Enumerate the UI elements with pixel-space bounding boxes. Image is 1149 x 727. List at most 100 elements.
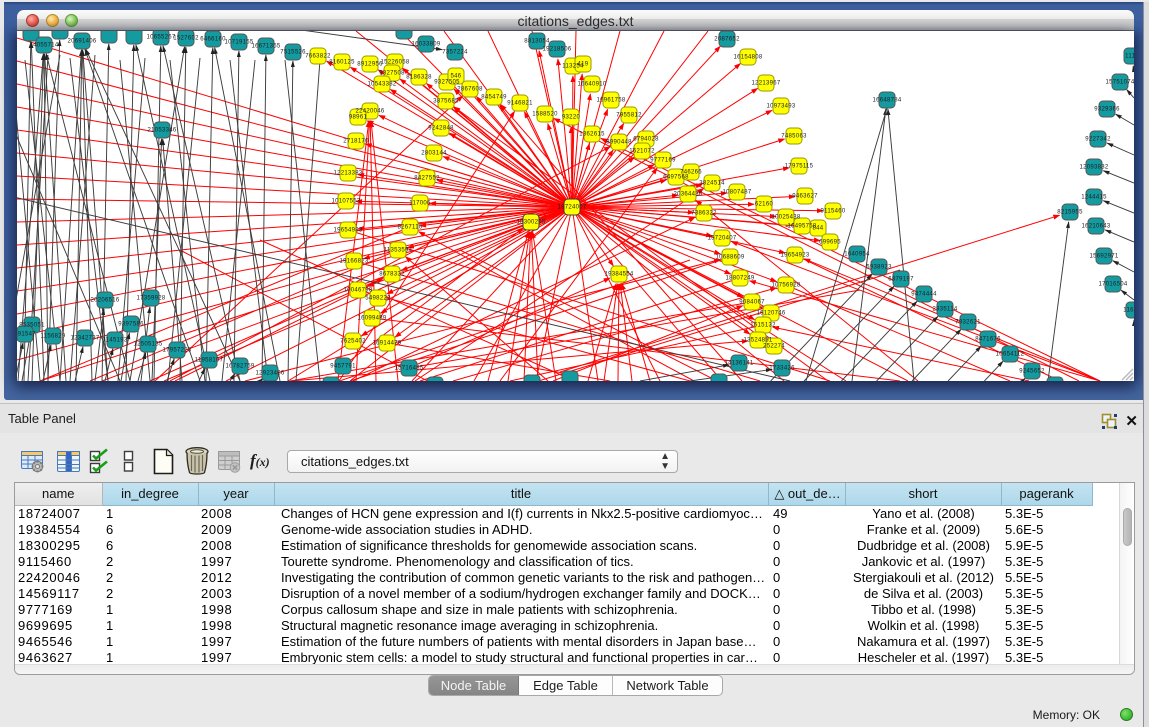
svg-text:12923466: 12923466 — [255, 371, 284, 377]
svg-text:16033809: 16033809 — [411, 42, 440, 48]
svg-text:21053346: 21053346 — [147, 128, 176, 134]
svg-text:11958107: 11958107 — [195, 358, 224, 364]
svg-text:2718170: 2718170 — [343, 139, 369, 145]
svg-text:8186328: 8186328 — [406, 75, 432, 81]
svg-text:9245652: 9245652 — [1019, 369, 1045, 375]
svg-text:8471676: 8471676 — [975, 337, 1001, 343]
svg-text:12342737: 12342737 — [70, 336, 99, 342]
svg-text:1156829: 1156829 — [40, 334, 65, 340]
svg-text:17016504: 17016504 — [1098, 282, 1127, 288]
svg-text:9115460: 9115460 — [820, 209, 845, 215]
svg-text:18807249: 18807249 — [725, 276, 754, 282]
svg-text:16648784: 16648784 — [872, 98, 901, 104]
svg-text:11353594: 11353594 — [384, 248, 413, 254]
svg-text:16154808: 16154808 — [733, 55, 762, 61]
svg-text:7386322: 7386322 — [691, 211, 717, 217]
svg-text:10543382: 10543382 — [367, 82, 396, 88]
svg-text:746266: 746266 — [680, 170, 702, 176]
svg-text:7357224: 7357224 — [442, 50, 468, 56]
svg-text:16671355: 16671355 — [251, 44, 280, 50]
svg-text:18300295: 18300295 — [516, 220, 545, 226]
svg-text:3824514: 3824514 — [699, 181, 725, 187]
svg-text:9777169: 9777169 — [650, 158, 676, 164]
svg-text:391547: 391547 — [17, 332, 36, 338]
svg-text:3875685: 3875685 — [433, 99, 459, 105]
svg-text:9327508: 9327508 — [379, 71, 405, 77]
svg-text:699695: 699695 — [819, 240, 841, 246]
svg-text:18724007: 18724007 — [557, 205, 586, 211]
svg-text:10973493: 10973493 — [766, 104, 795, 110]
svg-text:10756928: 10756928 — [771, 283, 800, 289]
svg-text:93220: 93220 — [562, 115, 581, 121]
svg-text:16120746: 16120746 — [756, 311, 785, 317]
svg-text:20206516: 20206516 — [90, 298, 119, 304]
svg-text:16961758: 16961758 — [596, 98, 625, 104]
svg-text:546: 546 — [451, 74, 462, 80]
svg-text:1588520: 1588520 — [532, 112, 558, 118]
svg-text:6794028: 6794028 — [633, 137, 659, 143]
svg-text:10807487: 10807487 — [722, 190, 751, 196]
svg-text:98961: 98961 — [349, 115, 368, 121]
svg-text:9227342: 9227342 — [1085, 137, 1111, 143]
svg-text:8813054: 8813054 — [524, 39, 550, 45]
svg-text:844: 844 — [813, 226, 824, 232]
svg-text:9146821: 9146821 — [507, 101, 533, 107]
svg-text:12213967: 12213967 — [751, 81, 780, 87]
svg-text:8535051: 8535051 — [19, 323, 45, 329]
svg-text:2935114: 2935114 — [932, 307, 957, 313]
svg-text:8267110: 8267110 — [397, 225, 422, 231]
svg-text:16914479: 16914479 — [372, 341, 401, 347]
svg-text:9084067: 9084067 — [739, 300, 765, 306]
svg-text:116753: 116753 — [1123, 308, 1134, 314]
svg-text:19654923: 19654923 — [780, 253, 809, 259]
svg-text:6879197: 6879197 — [888, 277, 914, 283]
svg-text:15716485: 15716485 — [394, 366, 423, 372]
svg-text:17957223: 17957223 — [162, 348, 191, 354]
svg-text:17359928: 17359928 — [136, 296, 165, 302]
svg-text:9463627: 9463627 — [792, 194, 818, 200]
svg-text:10025438: 10025438 — [771, 215, 800, 221]
svg-text:10719155: 10719155 — [224, 40, 253, 46]
svg-text:117006: 117006 — [409, 201, 431, 207]
svg-text:9327505: 9327505 — [434, 80, 460, 86]
svg-text:20691406: 20691406 — [67, 39, 96, 45]
svg-text:12213383: 12213383 — [333, 171, 362, 177]
svg-text:1145193: 1145193 — [102, 338, 127, 344]
svg-text:9242848: 9242848 — [428, 126, 454, 132]
svg-text:8160125: 8160125 — [329, 60, 355, 66]
svg-text:20364436: 20364436 — [673, 192, 702, 198]
svg-text:9474444: 9474444 — [911, 292, 937, 298]
svg-text:8427552: 8427552 — [414, 176, 440, 182]
svg-text:12505135: 12505135 — [133, 342, 162, 348]
svg-text:19384554: 19384554 — [604, 272, 633, 278]
svg-text:1640954: 1640954 — [844, 252, 870, 258]
svg-text:19166823: 19166823 — [339, 259, 368, 265]
svg-text:5938923: 5938923 — [866, 265, 892, 271]
svg-text:10107553: 10107553 — [331, 199, 360, 205]
svg-text:7485063: 7485063 — [781, 134, 807, 140]
svg-text:1244415: 1244415 — [1081, 195, 1107, 201]
svg-text:16640910: 16640910 — [577, 82, 606, 88]
svg-text:8454749: 8454749 — [481, 95, 507, 101]
svg-text:5498222: 5498222 — [365, 296, 391, 302]
svg-text:15720407: 15720407 — [707, 236, 736, 242]
svg-text:1362615: 1362615 — [579, 132, 605, 138]
svg-text:16099489: 16099489 — [357, 316, 386, 322]
svg-text:2803144: 2803144 — [421, 151, 447, 157]
svg-text:10655267: 10655267 — [146, 35, 175, 41]
svg-text:14055714: 14055714 — [29, 43, 58, 49]
svg-text:8912956: 8912956 — [357, 62, 383, 68]
svg-text:19654983: 19654983 — [333, 228, 362, 234]
svg-text:10654112: 10654112 — [996, 352, 1025, 358]
svg-text:10046798: 10046798 — [343, 288, 372, 294]
svg-text:8678332: 8678332 — [379, 272, 405, 278]
svg-text:16782759: 16782759 — [225, 364, 254, 370]
svg-text:1527602: 1527602 — [173, 36, 199, 42]
svg-text:62160: 62160 — [755, 202, 774, 208]
svg-text:7625402: 7625402 — [340, 339, 366, 345]
svg-text:9329366: 9329366 — [1094, 107, 1120, 113]
svg-text:6466160: 6466160 — [200, 37, 226, 43]
svg-text:17975115: 17975115 — [785, 164, 814, 170]
svg-text:9397586: 9397586 — [118, 322, 144, 328]
svg-text:8215955: 8215955 — [1057, 210, 1083, 216]
